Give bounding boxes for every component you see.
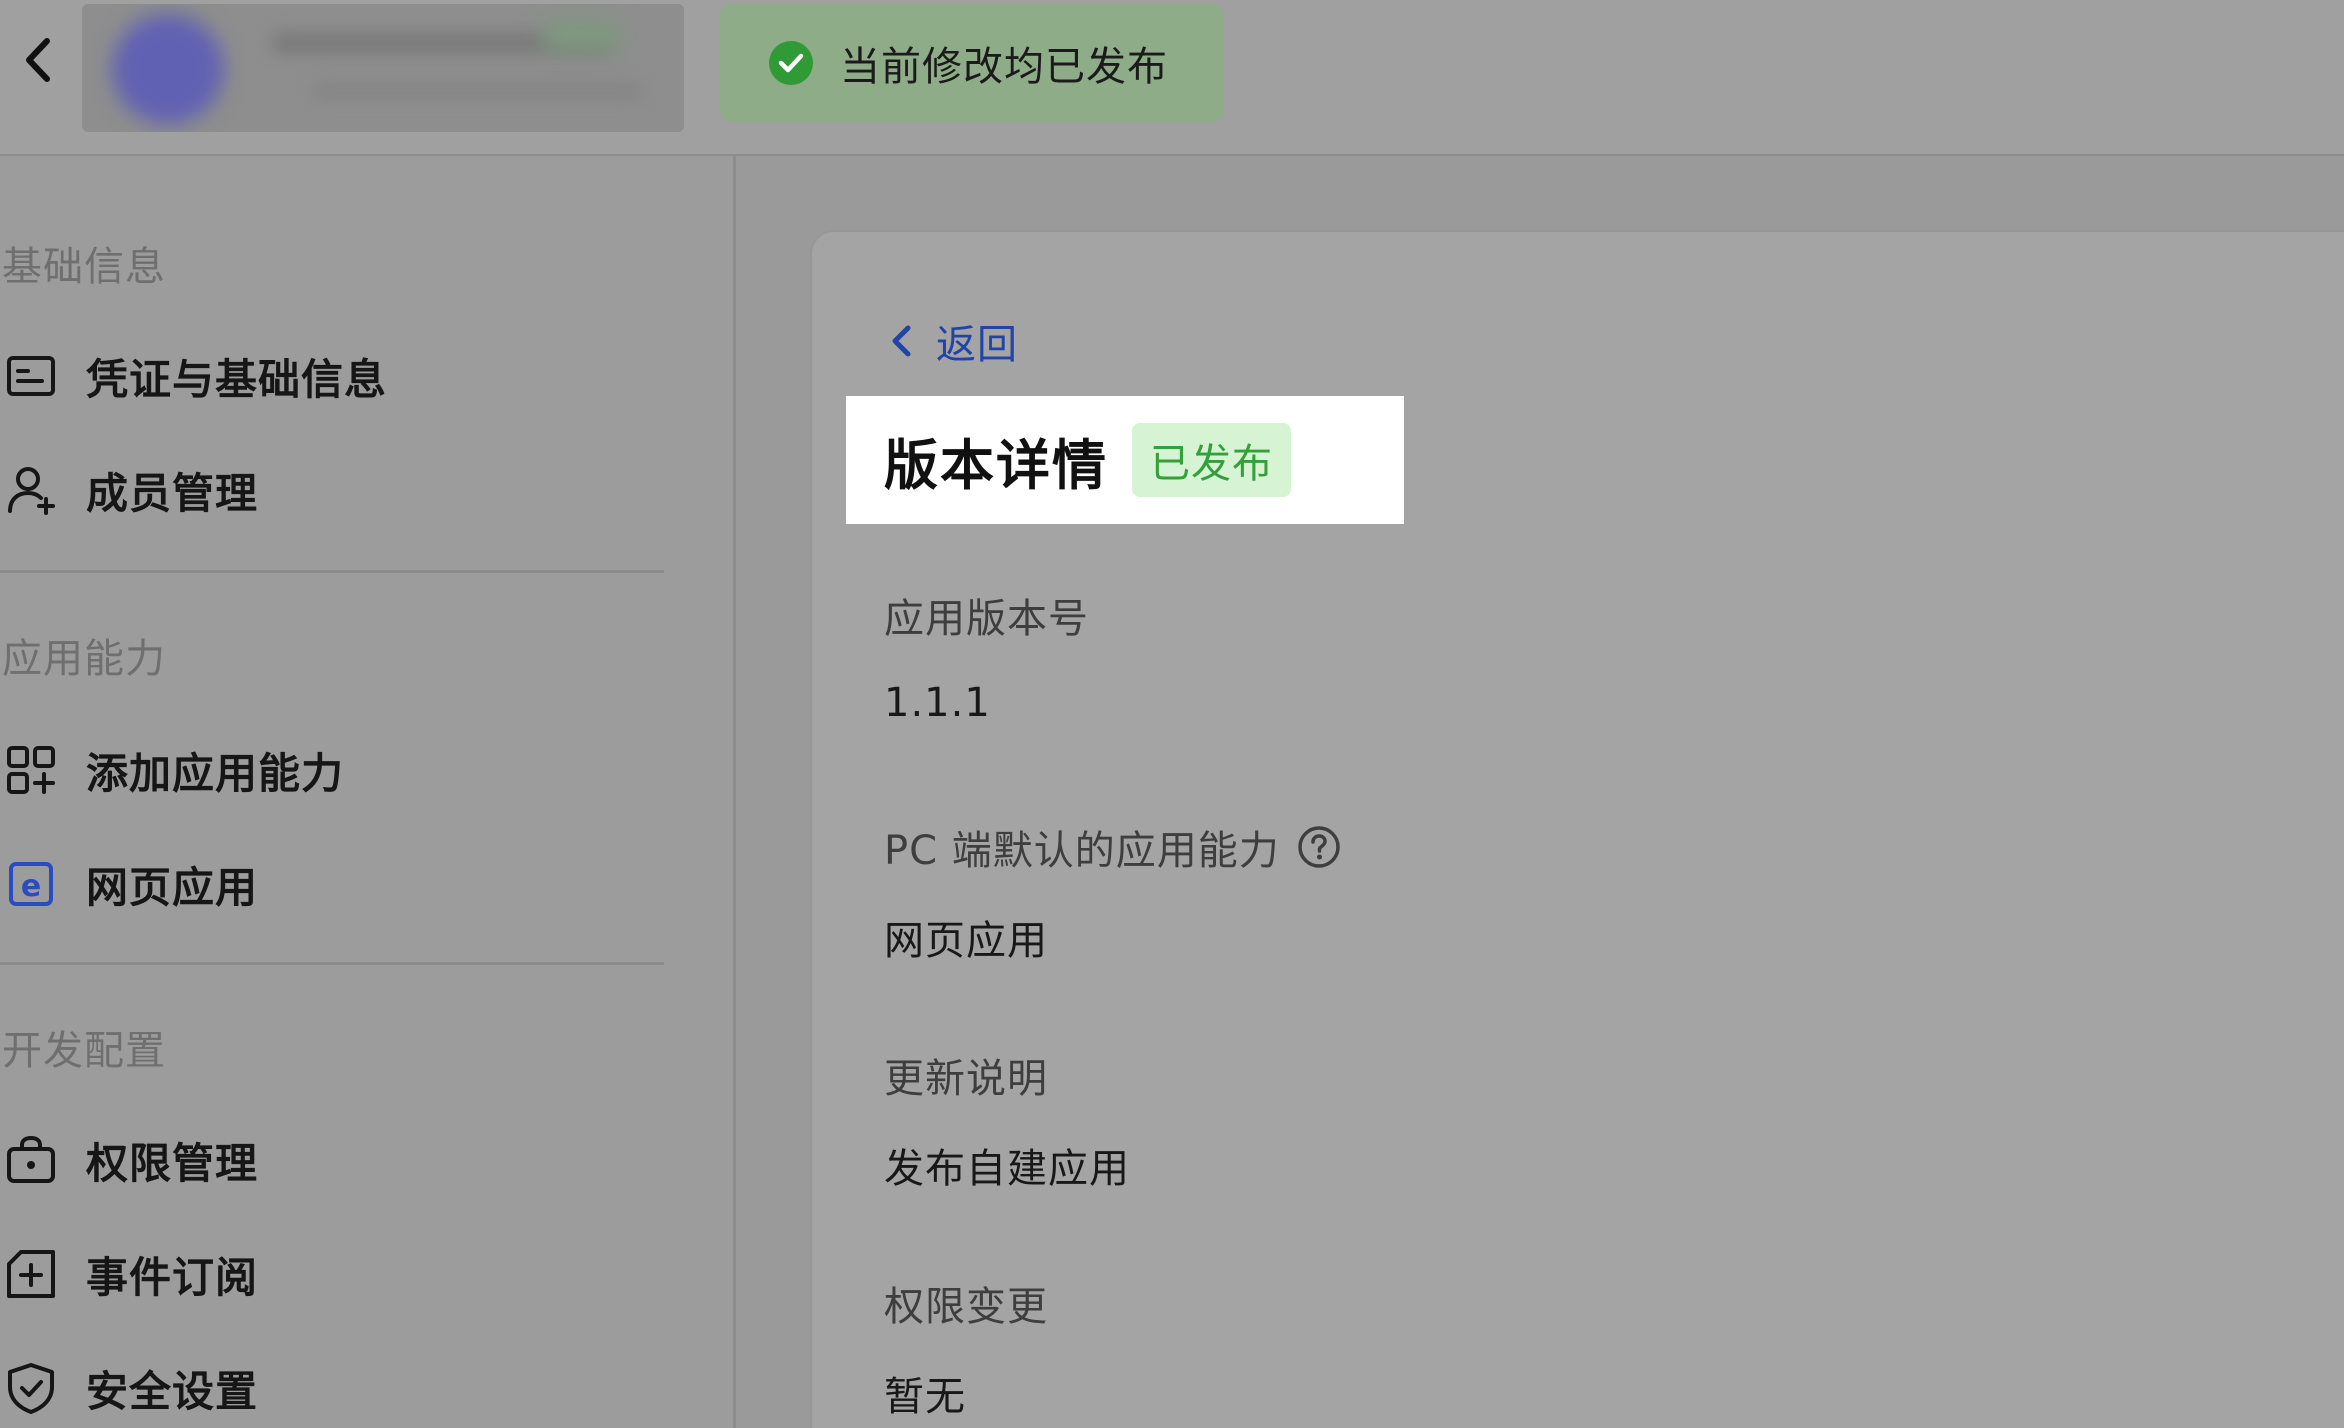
sidebar-item-add-capability[interactable]: 添加应用能力 — [4, 740, 344, 800]
field-label-pc-capability: PC 端默认的应用能力 — [884, 818, 1342, 876]
sidebar-item-label: 凭证与基础信息 — [86, 354, 388, 404]
publish-toast: 当前修改均已发布 — [720, 4, 1224, 122]
app-avatar — [112, 14, 224, 124]
grid-add-icon — [4, 743, 58, 797]
version-title-highlight: 版本详情 已发布 — [846, 396, 1404, 524]
sidebar-item-label: 权限管理 — [86, 1138, 259, 1188]
sidebar-item-permissions[interactable]: 权限管理 — [4, 1130, 258, 1190]
field-label-text: PC 端默认的应用能力 — [884, 828, 1280, 874]
chevron-left-icon — [884, 320, 920, 362]
section-title-capabilities: 应用能力 — [2, 636, 166, 682]
field-value-permission-changes: 暂无 — [884, 1374, 966, 1420]
question-circle-icon[interactable] — [1296, 824, 1342, 870]
return-label: 返回 — [936, 322, 1018, 368]
field-label-version: 应用版本号 — [884, 596, 1089, 642]
user-add-icon — [4, 463, 58, 517]
top-back-button[interactable] — [8, 30, 68, 90]
section-title-dev-config: 开发配置 — [2, 1028, 166, 1074]
sidebar-item-credentials[interactable]: 凭证与基础信息 — [4, 346, 387, 406]
field-value-pc-capability: 网页应用 — [884, 918, 1048, 964]
sidebar-item-security[interactable]: 安全设置 — [4, 1358, 258, 1418]
shield-icon — [4, 1361, 58, 1415]
credential-card-icon — [4, 349, 58, 403]
field-label-release-notes: 更新说明 — [884, 1056, 1048, 1102]
svg-text:e: e — [21, 869, 41, 904]
field-value-version: 1.1.1 — [884, 680, 991, 726]
sidebar-item-members[interactable]: 成员管理 — [4, 460, 258, 520]
event-add-icon — [4, 1247, 58, 1301]
field-label-permission-changes: 权限变更 — [884, 1284, 1048, 1330]
chevron-left-icon — [26, 38, 50, 82]
lock-bag-icon — [4, 1133, 58, 1187]
sidebar-item-label: 成员管理 — [86, 468, 259, 518]
web-app-icon: e — [4, 857, 58, 911]
sidebar-item-label: 事件订阅 — [86, 1252, 259, 1302]
sidebar-item-label: 网页应用 — [86, 862, 259, 912]
sidebar-item-label: 安全设置 — [86, 1366, 259, 1416]
sidebar-divider — [0, 962, 664, 965]
sidebar-item-event-subscription[interactable]: 事件订阅 — [4, 1244, 258, 1304]
return-link[interactable]: 返回 — [884, 312, 1018, 370]
sidebar-item-label: 添加应用能力 — [86, 748, 345, 798]
field-value-release-notes: 发布自建应用 — [884, 1146, 1130, 1192]
sidebar-item-web-app[interactable]: e 网页应用 — [4, 854, 258, 914]
toast-message: 当前修改均已发布 — [840, 44, 1168, 90]
status-badge: 已发布 — [1132, 423, 1291, 497]
app-info-blurred — [82, 4, 684, 132]
sidebar-divider — [0, 570, 664, 573]
page-title: 版本详情 — [884, 433, 1108, 497]
check-circle-icon — [768, 40, 814, 86]
section-title-basic: 基础信息 — [2, 244, 166, 290]
